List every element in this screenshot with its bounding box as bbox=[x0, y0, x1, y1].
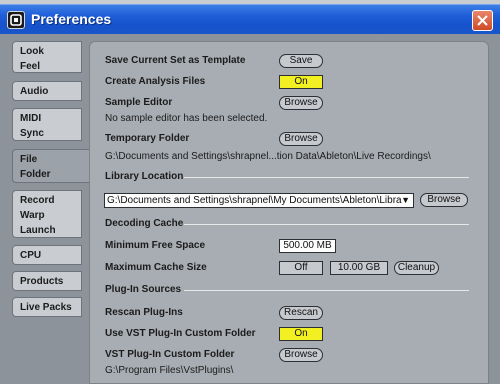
tab-label-line: Live Packs bbox=[20, 302, 72, 313]
rescan-button[interactable]: Rescan bbox=[279, 306, 323, 320]
tab-audio[interactable]: Audio bbox=[12, 81, 82, 101]
vst-custom-folder-browse-button[interactable]: Browse bbox=[279, 348, 323, 362]
title-bar[interactable]: Preferences bbox=[0, 4, 500, 34]
tab-midi-sync[interactable]: MIDI Sync bbox=[12, 108, 82, 141]
minimum-free-space-field[interactable]: 500.00 MB bbox=[279, 239, 336, 253]
maximum-cache-size-field[interactable]: 10.00 GB bbox=[330, 261, 388, 275]
maximum-cache-size-label: Maximum Cache Size bbox=[105, 262, 207, 273]
tab-label-line: Folder bbox=[20, 169, 51, 180]
tab-label-line: Sync bbox=[20, 128, 44, 139]
sample-editor-label: Sample Editor bbox=[105, 97, 173, 108]
tab-label-line: MIDI bbox=[20, 113, 42, 124]
tab-label-line: File bbox=[20, 154, 38, 165]
save-template-button[interactable]: Save bbox=[279, 54, 323, 68]
tab-record-warp-launch[interactable]: Record Warp Launch bbox=[12, 190, 82, 238]
cleanup-button[interactable]: Cleanup bbox=[394, 261, 439, 275]
tab-label-line: Products bbox=[20, 276, 64, 287]
tab-label-line: Record bbox=[20, 195, 55, 206]
temporary-folder-browse-button[interactable]: Browse bbox=[279, 132, 323, 146]
tab-look-feel[interactable]: Look Feel bbox=[12, 41, 82, 73]
section-divider bbox=[184, 290, 469, 291]
section-divider bbox=[184, 224, 469, 225]
ableton-logo-icon bbox=[7, 11, 25, 29]
section-divider bbox=[184, 177, 469, 178]
tab-label-line: CPU bbox=[20, 250, 42, 261]
library-location-heading: Library Location bbox=[105, 171, 184, 182]
window-title: Preferences bbox=[31, 11, 112, 27]
temporary-folder-label: Temporary Folder bbox=[105, 133, 190, 144]
analysis-files-toggle[interactable]: On bbox=[279, 75, 323, 89]
sample-editor-status: No sample editor has been selected. bbox=[105, 113, 268, 124]
tab-live-packs[interactable]: Live Packs bbox=[12, 297, 82, 317]
plugin-sources-heading: Plug-In Sources bbox=[105, 284, 182, 295]
close-button[interactable] bbox=[472, 10, 493, 31]
sample-editor-browse-button[interactable]: Browse bbox=[279, 96, 323, 110]
analysis-files-label: Create Analysis Files bbox=[105, 76, 206, 87]
tab-label-line: Audio bbox=[20, 86, 49, 97]
tab-file-folder[interactable]: File Folder bbox=[12, 149, 90, 183]
chevron-down-icon[interactable]: ▼ bbox=[401, 194, 410, 207]
library-location-field[interactable]: G:\Documents and Settings\shrapnel\My Do… bbox=[104, 193, 414, 208]
tab-cpu[interactable]: CPU bbox=[12, 245, 82, 265]
tab-label-line: Look bbox=[20, 46, 44, 57]
tab-label-line: Feel bbox=[20, 61, 41, 72]
tab-products[interactable]: Products bbox=[12, 271, 82, 291]
maximum-cache-size-toggle[interactable]: Off bbox=[279, 261, 323, 275]
rescan-plugins-label: Rescan Plug-Ins bbox=[105, 307, 183, 318]
vst-custom-folder-path: G:\Program Files\VstPlugins\ bbox=[105, 365, 234, 376]
library-location-path: G:\Documents and Settings\shrapnel\My Do… bbox=[107, 195, 402, 206]
decoding-cache-heading: Decoding Cache bbox=[105, 218, 184, 229]
minimum-free-space-label: Minimum Free Space bbox=[105, 240, 206, 251]
vst-custom-folder-label: VST Plug-In Custom Folder bbox=[105, 349, 235, 360]
use-vst-custom-folder-label: Use VST Plug-In Custom Folder bbox=[105, 328, 256, 339]
library-location-browse-button[interactable]: Browse bbox=[420, 193, 468, 207]
tab-label-line: Warp bbox=[20, 210, 45, 221]
save-template-label: Save Current Set as Template bbox=[105, 55, 246, 66]
close-icon bbox=[477, 15, 488, 26]
tab-label-line: Launch bbox=[20, 225, 56, 236]
temporary-folder-path: G:\Documents and Settings\shrapnel...tio… bbox=[105, 151, 431, 162]
use-vst-custom-folder-toggle[interactable]: On bbox=[279, 327, 323, 341]
